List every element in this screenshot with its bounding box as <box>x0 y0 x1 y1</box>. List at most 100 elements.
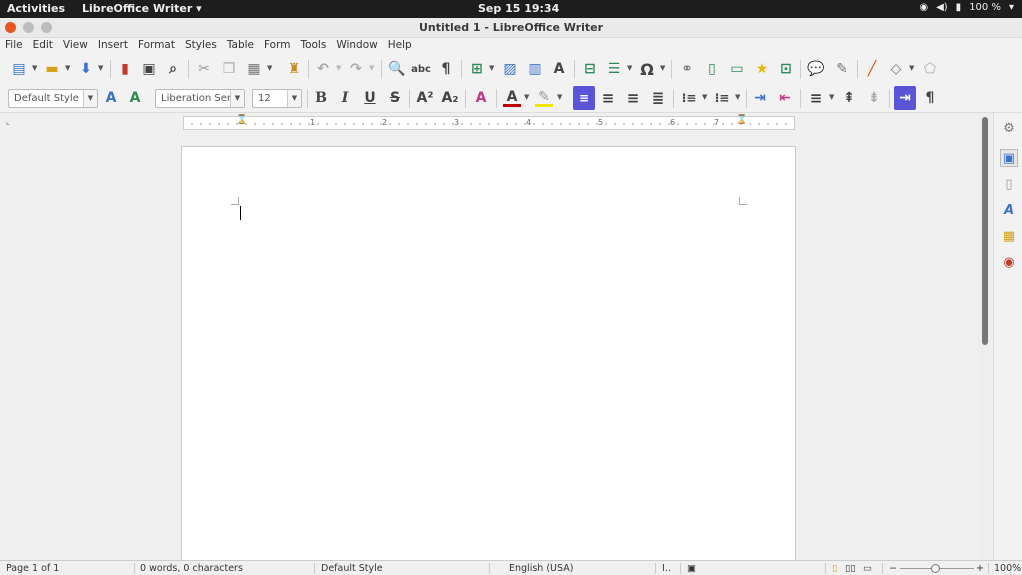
book-view-icon[interactable]: ▭ <box>863 563 872 574</box>
insert-page-break-icon[interactable]: ⊟ <box>581 60 599 78</box>
italic-icon[interactable]: I <box>336 89 354 107</box>
zoom-out-icon[interactable]: − <box>889 563 897 574</box>
app-menu-button[interactable]: LibreOffice Writer ▾ <box>82 2 202 15</box>
sidebar-settings-icon[interactable]: ⚙ <box>1000 119 1018 137</box>
formatting-marks-icon[interactable]: ¶ <box>437 60 455 78</box>
menu-form[interactable]: Form <box>264 39 290 55</box>
chevron-down-icon[interactable]: ▼ <box>32 64 37 72</box>
paste-icon[interactable]: ▦ <box>245 60 263 78</box>
underline-icon[interactable]: U <box>361 89 379 107</box>
align-center-icon[interactable]: ≡ <box>599 89 617 107</box>
menu-styles[interactable]: Styles <box>185 39 217 55</box>
multi-page-view-icon[interactable]: ▯▯ <box>845 563 855 574</box>
chevron-down-icon[interactable]: ▼ <box>909 64 914 72</box>
strikethrough-icon[interactable]: S <box>386 89 404 107</box>
special-character-icon[interactable]: Ω <box>638 60 656 79</box>
print-preview-icon[interactable]: ⌕ <box>164 60 182 78</box>
tab-stop-selector[interactable]: ⌞ <box>6 117 10 126</box>
clone-formatting-icon[interactable]: ♜ <box>285 60 303 78</box>
endnote-icon[interactable]: ▭ <box>728 60 746 78</box>
document-modified-icon[interactable]: ▣ <box>687 563 696 574</box>
basic-shapes-icon[interactable]: ◇ <box>887 60 905 78</box>
hyperlink-icon[interactable]: ⚭ <box>678 60 696 78</box>
unordered-list-icon[interactable]: ⁝≡ <box>680 89 698 107</box>
paragraph-style-select[interactable]: Default Style ▼ <box>8 89 98 108</box>
chevron-down-icon[interactable]: ▼ <box>267 64 272 72</box>
export-pdf-icon[interactable]: ▮ <box>116 60 134 78</box>
navigator-icon[interactable]: ◉ <box>1000 253 1018 271</box>
menu-insert[interactable]: Insert <box>98 39 128 55</box>
properties-icon[interactable]: ▣ <box>1000 149 1018 167</box>
bold-icon[interactable]: B <box>312 89 330 107</box>
clock[interactable]: Sep 15 19:34 <box>478 2 559 15</box>
insert-table-icon[interactable]: ⊞ <box>468 60 486 78</box>
new-document-icon[interactable]: ▤ <box>10 60 28 78</box>
insert-image-icon[interactable]: ▨ <box>501 60 519 78</box>
draw-functions-icon[interactable]: ⬠ <box>921 60 939 78</box>
copy-icon[interactable]: ❐ <box>220 60 238 78</box>
chevron-down-icon[interactable]: ▼ <box>524 93 529 101</box>
chevron-down-icon[interactable]: ▼ <box>627 64 632 72</box>
chevron-down-icon[interactable]: ▼ <box>98 64 103 72</box>
font-color-icon[interactable]: A <box>503 89 521 107</box>
print-icon[interactable]: ▣ <box>140 60 158 78</box>
scrollbar-thumb[interactable] <box>982 117 988 345</box>
left-indent-marker[interactable]: ⌛ <box>236 115 247 125</box>
spelling-icon[interactable]: abc <box>411 60 431 78</box>
insert-line-icon[interactable]: ╱ <box>863 60 881 78</box>
menu-tools[interactable]: Tools <box>300 39 326 55</box>
redo-icon[interactable]: ↷ <box>347 60 365 78</box>
cut-icon[interactable]: ✂ <box>195 60 213 78</box>
zoom-in-icon[interactable]: + <box>976 563 984 574</box>
chevron-down-icon[interactable]: ▼ <box>65 64 70 72</box>
page-icon[interactable]: ▯ <box>1000 175 1018 193</box>
page-count[interactable]: Page 1 of 1 <box>6 563 59 574</box>
decrease-paragraph-spacing-icon[interactable]: ⇟ <box>865 89 883 107</box>
vertical-scrollbar[interactable] <box>978 113 992 560</box>
right-indent-marker[interactable]: ⌛ <box>736 115 747 125</box>
font-size-select[interactable]: 12 ▼ <box>252 89 302 108</box>
styles-icon[interactable]: A <box>1000 201 1018 219</box>
align-left-icon[interactable]: ≡ <box>573 86 595 110</box>
word-count[interactable]: 0 words, 0 characters <box>140 563 243 574</box>
subscript-icon[interactable]: A₂ <box>441 89 459 107</box>
single-page-view-icon[interactable]: ▯ <box>832 563 837 574</box>
line-spacing-icon[interactable]: ≡ <box>807 89 825 107</box>
update-style-icon[interactable]: A <box>102 89 120 107</box>
chevron-down-icon[interactable]: ▼ <box>735 93 740 101</box>
system-tray[interactable]: ◉ ◀) ▮ 100 % ▾ <box>919 2 1014 13</box>
footnote-icon[interactable]: ▯ <box>703 60 721 78</box>
menu-table[interactable]: Table <box>227 39 254 55</box>
gallery-icon[interactable]: ▦ <box>1000 227 1018 245</box>
menu-file[interactable]: File <box>5 39 23 55</box>
zoom-level[interactable]: 100% <box>994 563 1021 574</box>
undo-icon[interactable]: ↶ <box>314 60 332 78</box>
cross-reference-icon[interactable]: ⊡ <box>777 60 795 78</box>
insert-mode-icon[interactable]: I.. <box>662 563 671 574</box>
insert-text-box-icon[interactable]: A <box>550 60 568 78</box>
align-right-icon[interactable]: ≡ <box>624 89 642 107</box>
menu-help[interactable]: Help <box>388 39 412 55</box>
menu-view[interactable]: View <box>63 39 88 55</box>
font-name-select[interactable]: Liberation Ser ▼ <box>155 89 245 108</box>
horizontal-ruler[interactable]: ⌛ ⌛ 1 2 3 4 5 6 7 <box>183 115 795 130</box>
document-page[interactable] <box>181 146 796 566</box>
chevron-down-icon[interactable]: ▼ <box>660 64 665 72</box>
decrease-indent-icon[interactable]: ⇤ <box>776 89 794 107</box>
insert-field-icon[interactable]: ☰ <box>605 60 623 78</box>
justify-icon[interactable]: ≣ <box>649 89 667 107</box>
increase-paragraph-spacing-icon[interactable]: ⇞ <box>840 89 858 107</box>
find-replace-icon[interactable]: 🔍 <box>388 60 406 78</box>
save-icon[interactable]: ⬇ <box>77 60 95 78</box>
superscript-icon[interactable]: A² <box>416 89 434 107</box>
increase-indent-icon[interactable]: ⇥ <box>751 89 769 107</box>
open-folder-icon[interactable]: ▬ <box>43 60 61 78</box>
highlight-color-icon[interactable]: ✎ <box>535 89 553 107</box>
track-changes-icon[interactable]: ✎ <box>833 60 851 78</box>
chevron-down-icon[interactable]: ▼ <box>489 64 494 72</box>
chevron-down-icon[interactable]: ▼ <box>557 93 562 101</box>
menu-window[interactable]: Window <box>336 39 377 55</box>
chevron-down-icon[interactable]: ▼ <box>336 64 341 72</box>
menu-edit[interactable]: Edit <box>33 39 53 55</box>
language[interactable]: English (USA) <box>509 563 573 574</box>
